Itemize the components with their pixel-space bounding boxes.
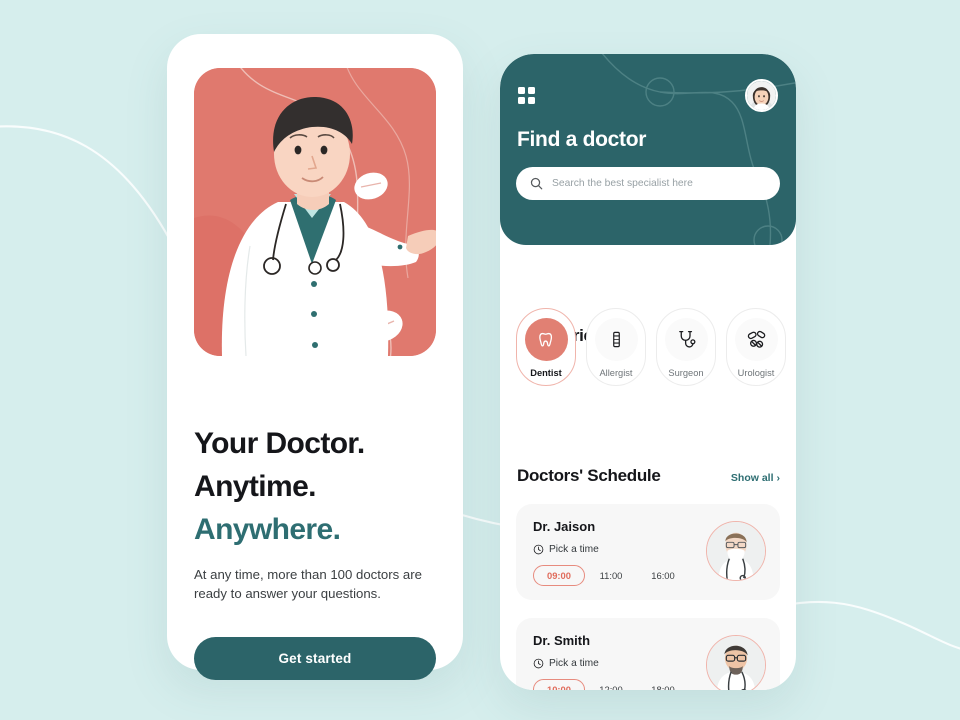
headline-line-1: Your Doctor.: [194, 427, 365, 460]
category-icon-bubble: [524, 318, 568, 361]
time-slot-list: 09:00 11:00 16:00: [533, 565, 689, 586]
clock-icon: [533, 544, 544, 555]
category-label: Surgeon: [668, 368, 704, 378]
get-started-button[interactable]: Get started: [194, 637, 436, 680]
show-all-link[interactable]: Show all ›: [731, 472, 780, 484]
pick-a-time-label: Pick a time: [549, 544, 599, 555]
onboarding-subtext: At any time, more than 100 doctors are r…: [194, 567, 422, 601]
grid-dot: [528, 97, 535, 104]
pick-a-time-label: Pick a time: [549, 658, 599, 669]
find-a-doctor-screen: Find a doctor Categories Dentist: [500, 54, 796, 690]
header-title: Find a doctor: [517, 128, 647, 151]
headline-line-2: Anytime.: [194, 470, 317, 503]
time-slot[interactable]: 16:00: [637, 566, 689, 585]
grid-dot: [518, 97, 525, 104]
time-slot[interactable]: 09:00: [533, 565, 585, 586]
schedule-title: Doctors' Schedule: [517, 466, 661, 485]
onboarding-screen: Your Doctor. Anytime. Anywhere. At any t…: [167, 34, 463, 680]
category-label: Dentist: [530, 368, 562, 378]
time-slot[interactable]: 12:00: [585, 680, 637, 690]
chevron-right-icon: ›: [776, 472, 781, 484]
doctor-schedule-card[interactable]: Dr. Jaison Pick a time 09:00 11:00 16:00: [516, 504, 780, 600]
time-slot-list: 10:00 12:00 18:00: [533, 679, 689, 690]
category-icon-bubble: [664, 318, 708, 361]
vial-icon: [612, 331, 620, 348]
doctor-photo: [706, 635, 766, 690]
search-bar[interactable]: [516, 167, 780, 200]
time-slot[interactable]: 18:00: [637, 680, 689, 690]
avatar[interactable]: [745, 79, 778, 112]
time-slot[interactable]: 10:00: [533, 679, 585, 690]
pick-a-time-row: Pick a time: [533, 658, 599, 669]
doctor-schedule-card[interactable]: Dr. Smith Pick a time 10:00 12:00 18:00: [516, 618, 780, 690]
pills-icon: [747, 330, 765, 348]
screen-header: Find a doctor: [500, 54, 796, 245]
show-all-label: Show all: [730, 472, 774, 484]
background-decoration: [0, 125, 960, 650]
headline-line-3: Anywhere.: [194, 513, 341, 546]
search-input[interactable]: [552, 178, 766, 189]
grid-dot: [518, 87, 525, 94]
grid-dot: [528, 87, 535, 94]
doctor-illustration: [194, 68, 436, 356]
category-icon-bubble: [594, 318, 638, 361]
category-urologist[interactable]: Urologist: [726, 308, 786, 386]
category-label: Urologist: [737, 368, 775, 378]
doctor-photo: [706, 521, 766, 581]
category-surgeon[interactable]: Surgeon: [656, 308, 716, 386]
pick-a-time-row: Pick a time: [533, 544, 599, 555]
search-icon: [530, 177, 543, 190]
category-icon-bubble: [734, 318, 778, 361]
categories-list: Dentist Allergist Surgeon Urologist: [516, 308, 786, 386]
page-title: Your Doctor. Anytime. Anywhere.: [194, 422, 444, 551]
stethoscope-icon: [678, 330, 695, 348]
doctor-name: Dr. Jaison: [533, 519, 596, 534]
category-label: Allergist: [599, 368, 633, 378]
tooth-icon: [538, 332, 552, 347]
grid-menu-icon[interactable]: [518, 87, 535, 104]
category-allergist[interactable]: Allergist: [586, 308, 646, 386]
category-dentist[interactable]: Dentist: [516, 308, 576, 386]
doctor-name: Dr. Smith: [533, 633, 591, 648]
time-slot[interactable]: 11:00: [585, 566, 637, 585]
clock-icon: [533, 658, 544, 669]
